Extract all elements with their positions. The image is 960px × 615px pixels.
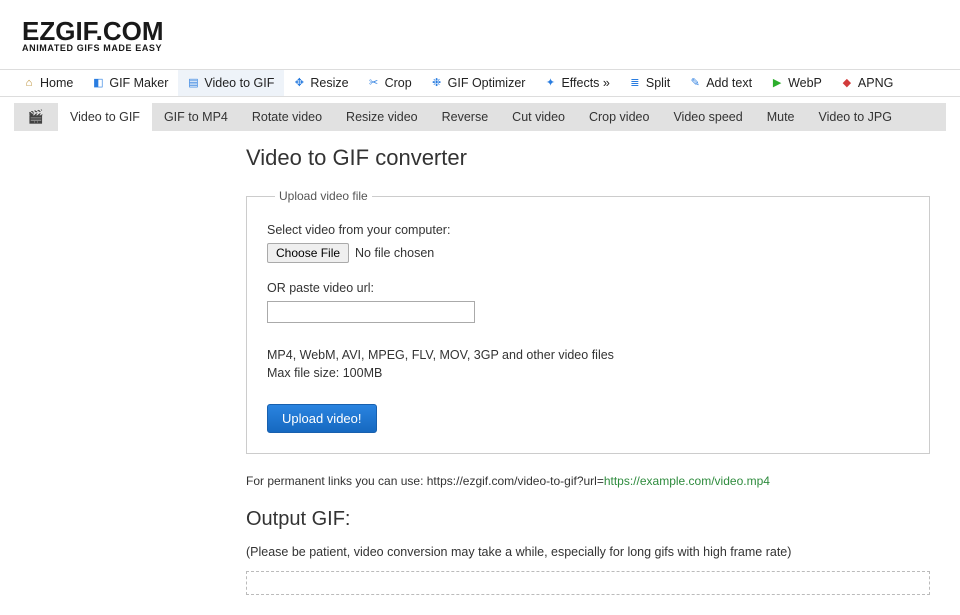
opt-icon [430, 77, 444, 90]
nav-item-label: Crop [385, 76, 412, 90]
nav-item-label: APNG [858, 76, 893, 90]
home-icon [22, 77, 36, 90]
nav-item-label: WebP [788, 76, 822, 90]
page-title: Video to GIF converter [246, 145, 930, 171]
subnav-resize-video[interactable]: Resize video [334, 103, 430, 131]
subnav-crop-video[interactable]: Crop video [577, 103, 661, 131]
formats-hint: MP4, WebM, AVI, MPEG, FLV, MOV, 3GP and … [267, 347, 909, 365]
nav-item-label: Split [646, 76, 670, 90]
subnav-rotate-video[interactable]: Rotate video [240, 103, 334, 131]
patient-note: (Please be patient, video conversion may… [246, 545, 930, 559]
nav-item-label: Effects » [561, 76, 609, 90]
or-paste-label: OR paste video url: [267, 281, 909, 295]
subnav-video-to-jpg[interactable]: Video to JPG [807, 103, 904, 131]
crop-icon [367, 77, 381, 90]
subnav-gif-to-mp-[interactable]: GIF to MP4 [152, 103, 240, 131]
header: EZGIF.COM ANIMATED GIFS MADE EASY [0, 0, 960, 69]
permalink-prefix: For permanent links you can use: https:/… [246, 474, 604, 488]
nav-item-webp[interactable]: WebP [762, 70, 832, 96]
nav-item-label: Home [40, 76, 73, 90]
nav-primary: Home GIF Maker Video to GIF Resize Crop GIF O… [0, 69, 960, 97]
subnav-cut-video[interactable]: Cut video [500, 103, 577, 131]
make-icon [91, 77, 105, 90]
text-icon [688, 77, 702, 90]
subnav-reverse[interactable]: Reverse [430, 103, 501, 131]
nav-item-video-to-gif[interactable]: Video to GIF [178, 70, 284, 96]
fx-icon [543, 77, 557, 90]
nav-item-effects-[interactable]: Effects » [535, 70, 619, 96]
nav-item-add-text[interactable]: Add text [680, 70, 762, 96]
nav-item-label: Resize [310, 76, 348, 90]
maxsize-hint: Max file size: 100MB [267, 365, 909, 383]
video-url-input[interactable] [267, 301, 475, 323]
logo-main: EZGIF.COM [22, 20, 960, 43]
permalink-hint: For permanent links you can use: https:/… [246, 474, 930, 488]
nav-item-label: GIF Optimizer [448, 76, 526, 90]
main: Video to GIF converter Upload video file… [0, 145, 930, 615]
output-box [246, 571, 930, 595]
subnav-video-to-gif[interactable]: Video to GIF [58, 103, 152, 131]
nav-sub-wrap: Video to GIFGIF to MP4Rotate videoResize… [0, 97, 960, 137]
subnav-video-speed[interactable]: Video speed [661, 103, 754, 131]
split-icon [628, 77, 642, 90]
subnav-mute[interactable]: Mute [755, 103, 807, 131]
upload-legend: Upload video file [275, 189, 372, 203]
nav-item-label: GIF Maker [109, 76, 168, 90]
vid-icon [186, 77, 200, 90]
nav-item-crop[interactable]: Crop [359, 70, 422, 96]
nav-item-label: Add text [706, 76, 752, 90]
nav-item-resize[interactable]: Resize [284, 70, 358, 96]
choose-file-button[interactable]: Choose File [267, 243, 349, 263]
nav-item-gif-maker[interactable]: GIF Maker [83, 70, 178, 96]
nav-item-gif-optimizer[interactable]: GIF Optimizer [422, 70, 536, 96]
apng-icon [840, 77, 854, 90]
nav-item-apng[interactable]: APNG [832, 70, 903, 96]
select-label: Select video from your computer: [267, 223, 909, 237]
resize-icon [292, 77, 306, 90]
nav-item-split[interactable]: Split [620, 70, 680, 96]
toolbar-film-icon [14, 103, 58, 131]
output-heading: Output GIF: [246, 508, 930, 531]
nav-item-home[interactable]: Home [14, 70, 83, 96]
upload-video-button[interactable]: Upload video! [267, 404, 377, 433]
nav-item-label: Video to GIF [204, 76, 274, 90]
webp-icon [770, 77, 784, 90]
permalink-example: https://example.com/video.mp4 [604, 474, 770, 488]
no-file-text: No file chosen [355, 246, 434, 260]
upload-fieldset: Upload video file Select video from your… [246, 189, 930, 454]
